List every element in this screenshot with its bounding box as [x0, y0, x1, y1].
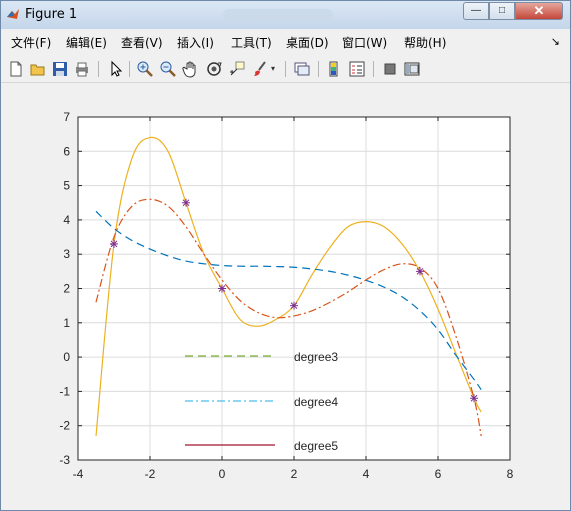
minimize-button[interactable]: —	[463, 2, 489, 20]
toolbar-separator	[98, 61, 99, 77]
matlab-logo-icon	[7, 9, 19, 19]
data-cursor-icon[interactable]	[228, 60, 246, 78]
menu-tools[interactable]: 工具(T)	[231, 34, 272, 51]
menu-view[interactable]: 查看(V)	[121, 34, 163, 51]
menu-edit[interactable]: 编辑(E)	[66, 34, 107, 51]
figure-canvas-area	[1, 85, 570, 510]
open-file-icon[interactable]	[29, 60, 47, 78]
show-plot-tools-icon[interactable]	[403, 60, 421, 78]
double-arrow-icon[interactable]: ↘	[551, 35, 560, 48]
menu-desktop[interactable]: 桌面(D)	[286, 34, 329, 51]
zoom-out-icon[interactable]	[159, 60, 177, 78]
save-icon[interactable]	[51, 60, 69, 78]
rotate-3d-icon[interactable]	[205, 60, 223, 78]
menu-bar: 文件(F) 编辑(E) 查看(V) 插入(I) 工具(T) 桌面(D) 窗口(W…	[1, 31, 570, 53]
link-plot-icon[interactable]	[293, 60, 311, 78]
edit-plot-arrow-icon[interactable]	[106, 60, 124, 78]
obscured-title-region	[223, 9, 333, 21]
brush-dropdown-arrow-icon[interactable]: ▾	[271, 60, 281, 78]
brush-icon[interactable]	[251, 60, 269, 78]
menu-window[interactable]: 窗口(W)	[342, 34, 387, 51]
menu-file[interactable]: 文件(F)	[11, 34, 51, 51]
hide-plot-tools-icon[interactable]	[381, 60, 399, 78]
toolbar-separator	[129, 61, 130, 77]
print-icon[interactable]	[73, 60, 91, 78]
title-bar[interactable]: Figure 1 — □ ✕	[1, 1, 570, 29]
zoom-in-icon[interactable]	[136, 60, 154, 78]
menu-insert[interactable]: 插入(I)	[177, 34, 214, 51]
colorbar-icon[interactable]	[325, 60, 343, 78]
window-title: Figure 1	[25, 7, 78, 22]
legend-icon[interactable]	[348, 60, 366, 78]
toolbar: ▾	[1, 56, 570, 83]
toolbar-separator	[285, 61, 286, 77]
figure-window: Figure 1 — □ ✕ 文件(F) 编辑(E) 查看(V) 插入(I) 工…	[0, 0, 571, 511]
menu-help[interactable]: 帮助(H)	[404, 34, 446, 51]
maximize-button[interactable]: □	[489, 2, 515, 20]
close-button[interactable]: ✕	[515, 2, 563, 20]
toolbar-separator	[373, 61, 374, 77]
new-figure-icon[interactable]	[7, 60, 25, 78]
toolbar-separator	[318, 61, 319, 77]
pan-hand-icon[interactable]	[182, 60, 200, 78]
